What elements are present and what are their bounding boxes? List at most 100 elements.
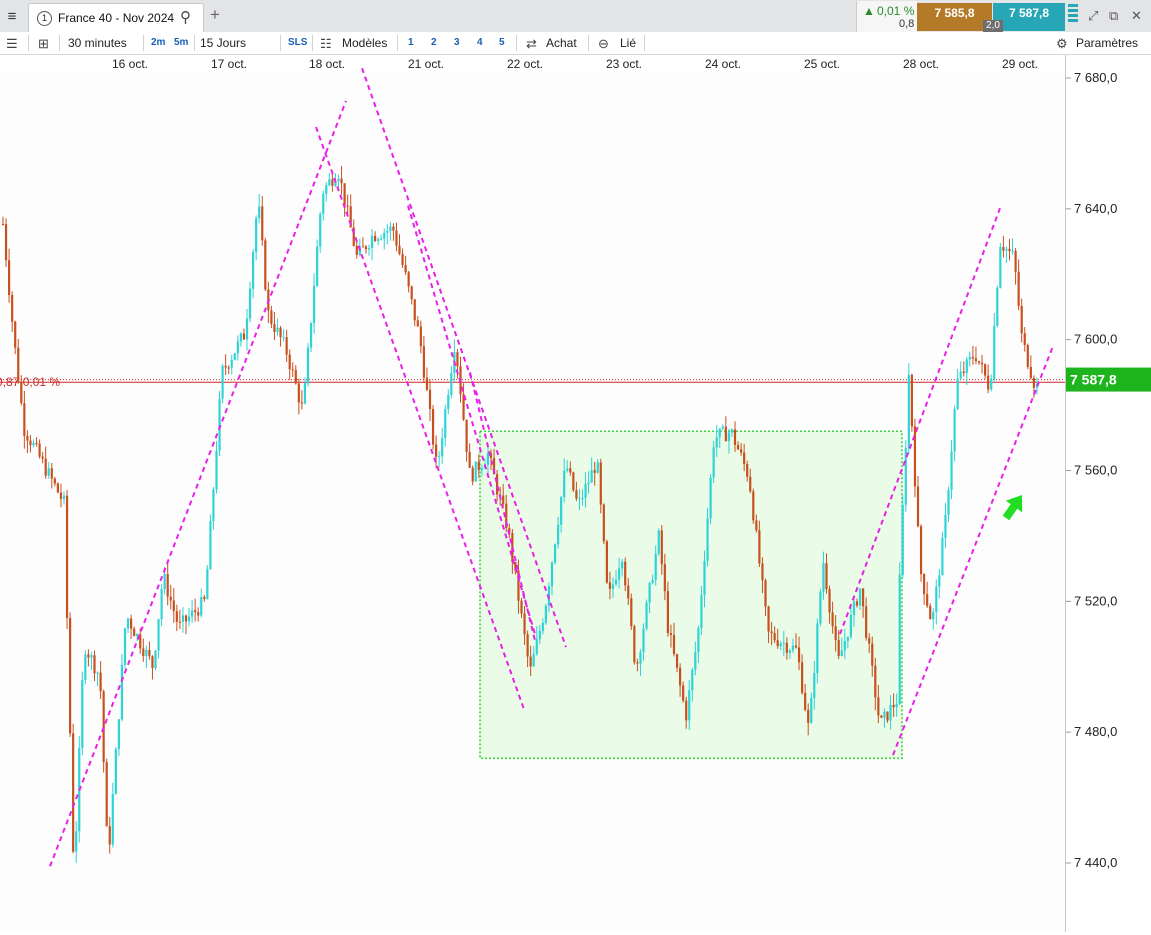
- resize-icon[interactable]: ⤢: [1088, 8, 1098, 24]
- candle-up: [154, 650, 157, 668]
- layout-grid-icon[interactable]: ⊞: [38, 36, 49, 52]
- candle-down: [435, 444, 438, 457]
- candle-up: [441, 438, 444, 457]
- candle-down: [807, 709, 810, 723]
- candle-down: [834, 626, 837, 640]
- up-arrow-icon: [1002, 495, 1023, 521]
- price-tick-label: 7 520,0: [1074, 593, 1117, 608]
- candle-up: [932, 611, 935, 620]
- layout-button-5[interactable]: 5: [499, 37, 505, 48]
- candle-down: [987, 375, 990, 390]
- candle-up: [111, 794, 114, 845]
- sell-price-button[interactable]: 7 585,8: [917, 3, 992, 31]
- depth-lines-icon[interactable]: [1068, 4, 1078, 26]
- candle-down: [151, 656, 154, 668]
- candle-up: [383, 232, 386, 239]
- candle-down: [197, 612, 200, 616]
- candle-up: [114, 749, 117, 795]
- candle-up: [700, 595, 703, 629]
- layout-button-2[interactable]: 2: [431, 37, 437, 48]
- candle-down: [633, 626, 636, 663]
- candle-up: [444, 409, 447, 439]
- candle-down: [4, 224, 8, 261]
- candle-down: [916, 486, 920, 527]
- candle-up: [200, 597, 203, 616]
- candle-up: [581, 498, 584, 500]
- candle-up: [221, 365, 224, 399]
- layout-button-4[interactable]: 4: [477, 37, 483, 48]
- candle-up: [322, 193, 325, 214]
- interval-2m-button[interactable]: 2m: [151, 37, 165, 48]
- candle-down: [868, 637, 871, 644]
- candle-down: [227, 367, 230, 369]
- date-axis: 16 oct. 17 oct. 18 oct. 21 oct. 22 oct. 23 oc…: [0, 55, 1065, 72]
- price-chart[interactable]: 0,87 0,01 %: [0, 0, 1151, 932]
- candle-up: [380, 238, 383, 240]
- settings-button[interactable]: Paramètres: [1076, 36, 1138, 50]
- candle-down: [499, 494, 502, 496]
- candle-down: [636, 662, 639, 664]
- candle-down: [797, 647, 801, 663]
- candle-up: [316, 246, 319, 287]
- candle-up: [328, 179, 331, 186]
- candle-up: [858, 588, 862, 606]
- candle-up: [953, 408, 956, 452]
- interval-select[interactable]: 30 minutes: [68, 36, 127, 50]
- candle-up: [947, 489, 950, 515]
- candle-down: [398, 245, 401, 254]
- menu-icon[interactable]: ≡: [0, 0, 24, 32]
- linked-button[interactable]: Lié: [620, 36, 636, 50]
- candle-down: [755, 520, 758, 531]
- candle-up: [709, 477, 712, 519]
- link-icon[interactable]: ⊖: [598, 36, 609, 52]
- add-tab-icon[interactable]: +: [210, 5, 220, 25]
- candle-down: [425, 377, 429, 390]
- trendline: [49, 100, 347, 867]
- candle-down: [764, 580, 767, 607]
- layout-button-1[interactable]: 1: [408, 37, 414, 48]
- candle-up: [325, 185, 328, 194]
- candle-down: [87, 654, 90, 658]
- candle-up: [563, 470, 566, 498]
- candle-down: [971, 356, 974, 359]
- candle-up: [163, 573, 166, 589]
- candle-down: [575, 490, 578, 499]
- candle-down: [767, 606, 770, 632]
- candle-up: [248, 288, 252, 319]
- candle-down: [374, 235, 377, 242]
- search-icon[interactable]: ⚲: [180, 8, 191, 26]
- price-tick-label: 7 640,0: [1074, 201, 1117, 216]
- settings-gear-icon[interactable]: ⚙: [1056, 36, 1068, 52]
- candle-down: [865, 606, 868, 638]
- price-axis[interactable]: 7 680,0 7 640,0 7 600,0 7 560,0 7 520,0 7 480…: [1033, 55, 1151, 932]
- close-icon[interactable]: ✕: [1131, 8, 1142, 24]
- tab-instrument[interactable]: 1 France 40 - Nov 2024 ⚲: [28, 3, 204, 33]
- buy-button[interactable]: Achat: [546, 36, 577, 50]
- models-button[interactable]: Modèles: [342, 36, 387, 50]
- candle-down: [99, 672, 102, 692]
- consolidation-range-box: [479, 430, 903, 760]
- list-icon[interactable]: ☰: [6, 36, 18, 52]
- candle-up: [313, 286, 316, 323]
- buy-price-button[interactable]: 7 587,8: [993, 3, 1065, 31]
- interval-5m-button[interactable]: 5m: [174, 37, 188, 48]
- candle-down: [627, 585, 630, 599]
- candle-up: [474, 461, 477, 482]
- sls-button[interactable]: SLS: [288, 37, 307, 48]
- candle-up: [611, 584, 615, 589]
- separator: [644, 35, 645, 51]
- buy-icon[interactable]: ⇄: [526, 36, 537, 52]
- models-icon[interactable]: ☷: [320, 36, 332, 52]
- candle-up: [389, 226, 392, 231]
- period-select[interactable]: 15 Jours: [200, 36, 246, 50]
- candle-up: [136, 634, 139, 637]
- candle-up: [187, 616, 191, 622]
- popout-icon[interactable]: ⧉: [1109, 8, 1118, 24]
- candle-up: [721, 426, 724, 429]
- candle-down: [1, 224, 5, 226]
- candle-down: [837, 639, 840, 657]
- layout-button-3[interactable]: 3: [454, 37, 460, 48]
- candle-down: [477, 461, 480, 471]
- candle-up: [843, 640, 846, 651]
- candle-down: [346, 205, 349, 207]
